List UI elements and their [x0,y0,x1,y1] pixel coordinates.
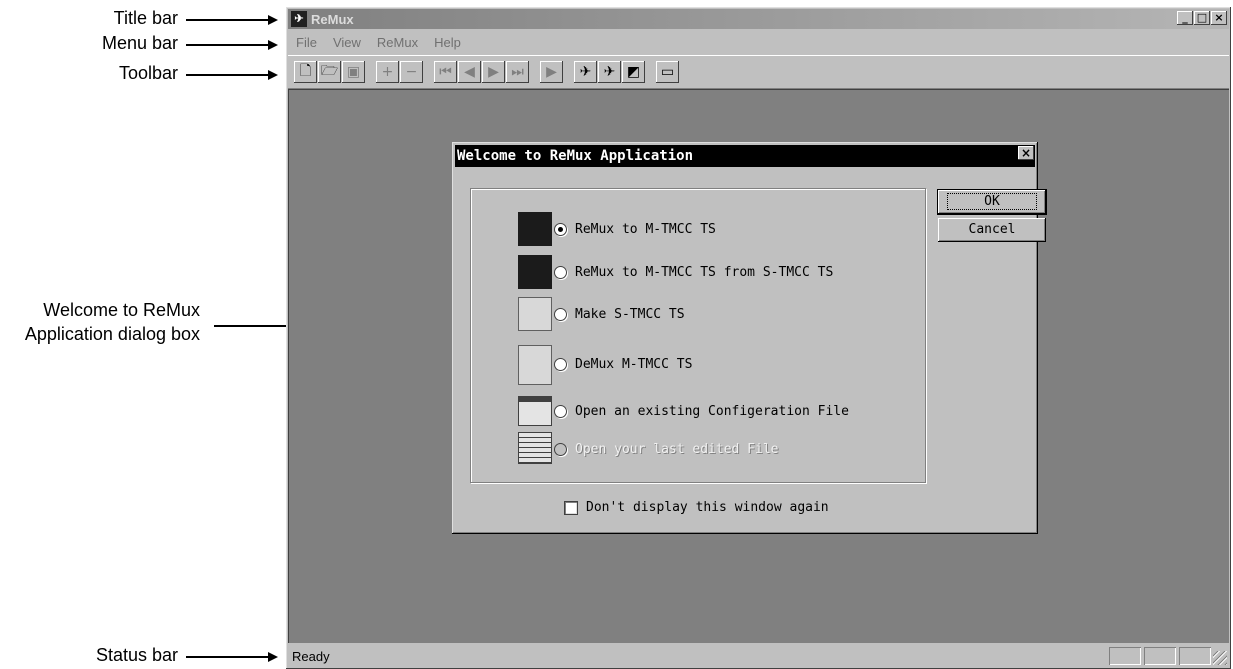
status-panes [1106,647,1211,665]
recent-file-icon [518,432,552,464]
last-icon[interactable]: ⏭ [506,61,529,83]
option-demux[interactable]: DeMux M-TMCC TS [518,345,693,385]
maximize-button[interactable]: □ [1194,11,1210,25]
option-remux-from-stmcc[interactable]: ReMux to M-TMCC TS from S-TMCC TS [518,255,834,289]
menu-file[interactable]: File [288,35,325,50]
open-icon[interactable]: 🗁 [318,61,341,83]
play-icon[interactable]: ▶ [540,61,563,83]
callout-arrow-status-bar [186,652,278,662]
callout-toolbar: Toolbar [118,63,178,83]
ok-button[interactable]: OK [937,189,1047,215]
app-logo-icon: ✈ [291,11,307,27]
radio-open-config[interactable] [554,405,567,418]
callout-title-bar: Title bar [113,8,178,28]
status-pane [1179,647,1211,665]
dont-show-again-checkbox[interactable] [564,500,578,515]
first-icon[interactable]: ⏮ [434,61,457,83]
add-icon[interactable]: + [376,61,399,83]
option-remux[interactable]: ReMux to M-TMCC TS [518,212,716,246]
option-open-last[interactable]: Open your last edited File [518,432,779,464]
option-remux-label: ReMux to M-TMCC TS [575,222,716,237]
prev-icon[interactable]: ◀ [458,61,481,83]
remux-stmcc-icon[interactable]: ✈ [598,61,621,83]
demux-icon [518,345,552,385]
status-pane [1144,647,1176,665]
folder-icon [518,396,552,426]
radio-open-last[interactable] [554,443,567,456]
dialog-title[interactable]: Welcome to ReMux Application [455,145,1035,167]
ok-button-label: OK [947,193,1037,210]
option-open-last-label: Open your last edited File [575,442,779,457]
option-demux-label: DeMux M-TMCC TS [575,357,693,372]
menu-view[interactable]: View [325,35,369,50]
callout-status-bar: Status bar [95,645,178,665]
callout-arrow-toolbar [186,70,278,80]
save-icon[interactable]: ▣ [342,61,365,83]
new-icon[interactable]: 🗋 [294,61,317,83]
callout-dialog-line1: Welcome to ReMux [43,300,200,320]
option-make-stmcc-label: Make S-TMCC TS [575,307,685,322]
option-remux-from-stmcc-label: ReMux to M-TMCC TS from S-TMCC TS [575,265,834,280]
remux-from-stmcc-icon [518,255,552,289]
status-bar: Ready [288,645,1229,667]
option-open-config-label: Open an existing Configeration File [575,404,849,419]
callout-arrow-menu-bar [186,40,278,50]
make-stmcc-icon[interactable]: ◩ [622,61,645,83]
radio-demux[interactable] [554,358,567,371]
remux-icon [518,212,552,246]
callout-dialog-line2: Application dialog box [24,324,200,344]
option-make-stmcc[interactable]: Make S-TMCC TS [518,297,685,331]
menu-help[interactable]: Help [426,35,469,50]
title-bar[interactable]: ✈ ReMux _ □ × [288,9,1229,29]
callout-arrow-title-bar [186,15,278,25]
window-title: ReMux [311,11,354,27]
toolbar: 🗋 🗁 ▣ + − ⏮ ◀ ▶ ⏭ ▶ ✈ ✈ ◩ ▭ [288,55,1229,89]
cancel-button[interactable]: Cancel [938,218,1046,242]
next-icon[interactable]: ▶ [482,61,505,83]
make-stmcc-icon [518,297,552,331]
dont-show-again-label: Don't display this window again [586,500,829,515]
menu-bar: File View ReMux Help [288,31,1229,53]
minimize-button[interactable]: _ [1177,11,1193,25]
menu-remux[interactable]: ReMux [369,35,426,50]
resize-grip-icon[interactable] [1213,651,1227,665]
option-open-config[interactable]: Open an existing Configeration File [518,396,849,426]
dont-show-again[interactable]: Don't display this window again [564,500,829,515]
radio-remux[interactable] [554,223,567,236]
status-pane [1109,647,1141,665]
close-button[interactable]: × [1211,11,1227,25]
radio-remux-from-stmcc[interactable] [554,266,567,279]
dialog-close-button[interactable]: × [1018,146,1034,160]
remux-icon[interactable]: ✈ [574,61,597,83]
radio-make-stmcc[interactable] [554,308,567,321]
welcome-dialog: Welcome to ReMux Application × ReMux to … [452,142,1047,534]
demux-icon[interactable]: ▭ [656,61,679,83]
callout-menu-bar: Menu bar [101,33,178,53]
status-text: Ready [292,648,330,664]
remove-icon[interactable]: − [400,61,423,83]
window-controls: _ □ × [1176,11,1227,25]
